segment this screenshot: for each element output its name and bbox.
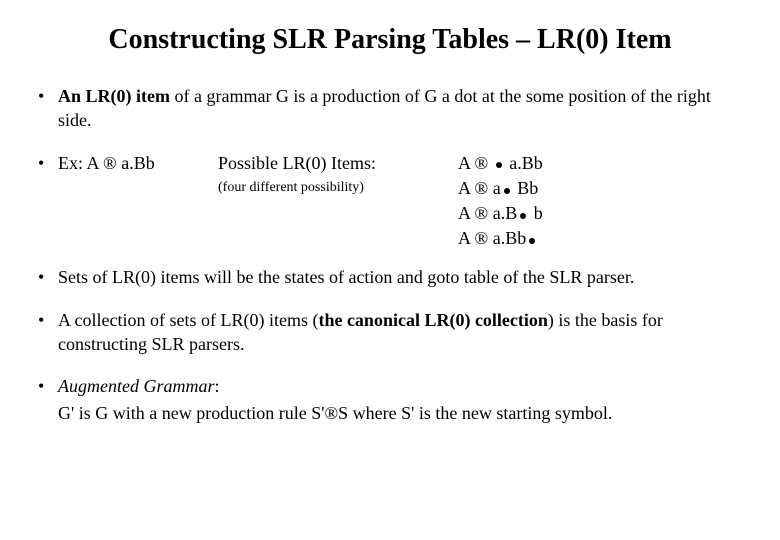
item-rhs-post: b bbox=[529, 203, 543, 223]
text-sets-states: Sets of LR(0) items will be the states o… bbox=[58, 267, 634, 287]
possible-items-label: Possible LR(0) Items: bbox=[218, 151, 458, 175]
dot-icon bbox=[520, 213, 526, 219]
dot-icon bbox=[504, 188, 510, 194]
colon: : bbox=[214, 376, 219, 396]
bold-canonical-collection: the canonical LR(0) collection bbox=[318, 310, 547, 330]
bullet-augmented-grammar: Augmented Grammar: G' is G with a new pr… bbox=[32, 374, 748, 425]
dot-icon bbox=[529, 238, 535, 244]
ex-label: Ex: A bbox=[58, 153, 103, 173]
arrow-icon: ® bbox=[103, 153, 117, 173]
lr0-item-2: A ® a Bb bbox=[458, 176, 748, 201]
arrow-icon: ® bbox=[475, 178, 489, 198]
arrow-icon: ® bbox=[475, 153, 489, 173]
item-rhs: a.Bb bbox=[505, 153, 543, 173]
item-rhs-pre: a bbox=[488, 178, 501, 198]
item-lhs: A bbox=[458, 153, 475, 173]
lr0-item-1: A ® a.Bb bbox=[458, 151, 748, 176]
bullet-canonical-collection: A collection of sets of LR(0) items (the… bbox=[32, 308, 748, 357]
example-production: Ex: A ® a.Bb bbox=[58, 151, 218, 175]
arrow-icon: ® bbox=[475, 203, 489, 223]
items-enumeration: A ® a.Bb A ® a Bb A ® a.B b A ® a.Bb bbox=[458, 151, 748, 252]
item-lhs: A bbox=[458, 228, 475, 248]
aug-body-post: S where S' is the new starting symbol. bbox=[338, 403, 612, 423]
ex-rhs: a.Bb bbox=[117, 153, 155, 173]
item-lhs: A bbox=[458, 203, 475, 223]
item-rhs-pre: a.Bb bbox=[488, 228, 526, 248]
item-lhs: A bbox=[458, 178, 475, 198]
text-canonical-pre: A collection of sets of LR(0) items ( bbox=[58, 310, 318, 330]
bullet-list: An LR(0) item of a grammar G is a produc… bbox=[32, 84, 748, 425]
augmented-grammar-body: G' is G with a new production rule S'®S … bbox=[58, 401, 748, 425]
bold-lr0-item: An LR(0) item bbox=[58, 86, 170, 106]
lr0-item-3: A ® a.B b bbox=[458, 201, 748, 226]
example-row: Ex: A ® a.Bb Possible LR(0) Items: (four… bbox=[58, 151, 748, 252]
bullet-example: Ex: A ® a.Bb Possible LR(0) Items: (four… bbox=[32, 151, 748, 252]
slide-title: Constructing SLR Parsing Tables – LR(0) … bbox=[32, 24, 748, 56]
possible-items-column: Possible LR(0) Items: (four different po… bbox=[218, 151, 458, 198]
bullet-sets-states: Sets of LR(0) items will be the states o… bbox=[32, 265, 748, 289]
dot-icon bbox=[496, 162, 502, 168]
lr0-item-4: A ® a.Bb bbox=[458, 226, 748, 251]
bullet-lr0-item-definition: An LR(0) item of a grammar G is a produc… bbox=[32, 84, 748, 133]
four-possibility-note: (four different possibility) bbox=[218, 179, 458, 198]
item-rhs-pre: a.B bbox=[488, 203, 517, 223]
slide: Constructing SLR Parsing Tables – LR(0) … bbox=[0, 0, 780, 467]
aug-body-pre: G' is G with a new production rule S' bbox=[58, 403, 324, 423]
augmented-grammar-label: Augmented Grammar bbox=[58, 376, 214, 396]
arrow-icon: ® bbox=[324, 403, 338, 423]
item-rhs-post: Bb bbox=[513, 178, 539, 198]
arrow-icon: ® bbox=[475, 228, 489, 248]
